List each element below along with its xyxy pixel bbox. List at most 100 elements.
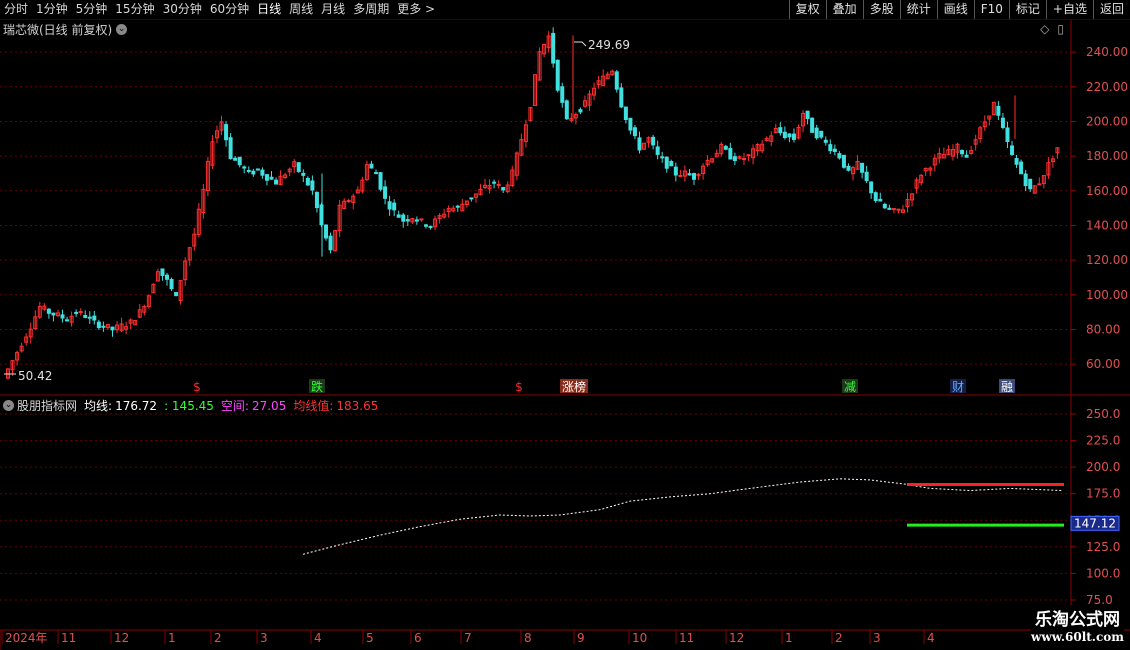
time-label-16: 2: [835, 631, 843, 645]
candle-body: [655, 146, 660, 155]
ind-tick-6: 100.0: [1086, 566, 1120, 580]
candle-body: [310, 180, 315, 191]
candle-body: [860, 162, 865, 173]
candle-body: [560, 86, 565, 103]
ind-tick-5: 125.0: [1086, 540, 1120, 554]
maval-value: 183.65: [336, 398, 379, 413]
candle-body: [996, 105, 1001, 116]
maval-label: 均线值:: [293, 399, 334, 413]
candle-body: [165, 274, 170, 280]
candle-body: [246, 169, 251, 172]
candle-body: [873, 192, 878, 202]
price-tick-2: 200.00: [1086, 114, 1128, 128]
candle-body: [405, 219, 410, 222]
candle-body: [260, 169, 265, 176]
candle-body: [1037, 183, 1042, 186]
candle-body: [637, 137, 642, 151]
candle-body: [110, 326, 115, 331]
ind-tick-3: 175.0: [1086, 487, 1120, 501]
candle-body: [96, 321, 101, 329]
indicator-lines: [302, 478, 1064, 555]
time-label-10: 8: [524, 631, 532, 645]
candle-body: [305, 177, 310, 186]
candle-body: [1010, 145, 1015, 155]
marker-text-6: 融: [1001, 380, 1013, 394]
candle-body: [555, 59, 560, 91]
candle-body: [810, 117, 815, 133]
watermark: 乐淘公式网 www.60lt.com: [1031, 605, 1124, 644]
low-price-label: 50.42: [18, 369, 52, 383]
candle-body: [732, 156, 737, 162]
candle-body: [346, 200, 351, 203]
time-label-1: 11: [61, 631, 76, 645]
price-tick-1: 220.00: [1086, 80, 1128, 94]
price-axis: 240.00 220.00 200.00 180.00 160.00 140.00 120.…: [1071, 45, 1128, 371]
ind-tick-0: 250.0: [1086, 407, 1120, 421]
indicator-title[interactable]: ⌄ 股朋指标网 均线: 176.72 : 145.45 空间: 27.05 均线…: [3, 397, 378, 414]
candle-body: [651, 136, 656, 146]
candle-body: [1019, 161, 1024, 175]
candle-body: [60, 314, 65, 319]
candle-body: [296, 162, 301, 172]
candle-body: [614, 71, 619, 90]
candle-body: [869, 181, 874, 194]
candle-body: [692, 173, 697, 180]
candle-body: [837, 153, 842, 159]
price-tick-8: 80.00: [1086, 322, 1120, 336]
ind-tick-2: 200.0: [1086, 460, 1120, 474]
price-tick-0: 240.00: [1086, 45, 1128, 59]
candle-body: [414, 219, 419, 222]
candle-body: [373, 172, 378, 175]
time-label-0: 2024年: [5, 631, 48, 645]
candle-body: [92, 315, 97, 321]
watermark-url: www.60lt.com: [1031, 630, 1124, 644]
chart-canvas[interactable]: 240.00220.00200.00180.00160.00140.00120.…: [0, 0, 1130, 650]
candle-body: [469, 197, 474, 200]
candle-body: [864, 171, 869, 182]
marker-text-4: 减: [844, 380, 856, 394]
candle-body: [237, 156, 242, 166]
candle-body: [846, 165, 851, 171]
time-label-11: 9: [577, 631, 585, 645]
time-label-13: 11: [679, 631, 694, 645]
candle-body: [392, 202, 397, 211]
candle-body: [233, 157, 238, 161]
candle-body: [1005, 127, 1010, 142]
space-value: 27.05: [251, 398, 287, 413]
candlestick-series: [6, 27, 1060, 380]
time-label-5: 3: [260, 631, 268, 645]
candle-body: [383, 186, 388, 199]
high-arrow-icon: [574, 41, 587, 47]
marker-text-3: 涨榜: [562, 379, 586, 394]
candle-body: [619, 87, 624, 108]
candle-body: [823, 139, 828, 143]
chevron-down-icon[interactable]: ⌄: [3, 400, 14, 411]
candle-body: [419, 218, 424, 221]
price-tick-4: 160.00: [1086, 184, 1128, 198]
time-label-6: 4: [314, 631, 322, 645]
candle-body: [678, 174, 683, 177]
candle-body: [841, 154, 846, 168]
candle-body: [778, 127, 783, 134]
candle-body: [791, 133, 796, 140]
candle-body: [269, 176, 274, 180]
watermark-title: 乐淘公式网: [1035, 610, 1121, 630]
marker-text-1: 跌: [311, 379, 323, 394]
candle-body: [782, 131, 787, 139]
candle-body: [660, 156, 665, 159]
candle-body: [274, 179, 279, 185]
time-label-2: 12: [114, 631, 129, 645]
candle-body: [787, 133, 792, 138]
candle-body: [1028, 178, 1033, 190]
candle-body: [564, 100, 569, 120]
marker-text-2: $: [515, 380, 523, 394]
marker-text-5: 财: [952, 380, 964, 394]
event-markers: $ 跌 $ 涨榜 减 财 融: [189, 379, 1015, 394]
candle-body: [1014, 158, 1019, 165]
candle-body: [401, 214, 406, 222]
candle-body: [423, 224, 428, 227]
time-label-18: 4: [927, 631, 935, 645]
ma-label: 均线:: [84, 399, 113, 413]
candle-body: [723, 145, 728, 150]
candle-body: [83, 315, 88, 318]
